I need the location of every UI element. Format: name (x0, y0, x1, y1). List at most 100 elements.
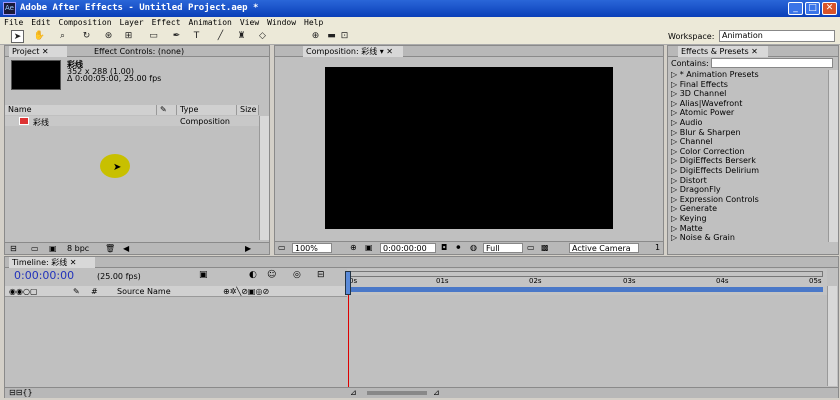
effects-item[interactable]: ▷ Channel (668, 137, 828, 147)
snapshot-icon[interactable]: ◘ (441, 243, 447, 252)
project-scrollbar[interactable] (259, 116, 269, 240)
scroll-right-icon[interactable]: ▶ (245, 244, 251, 253)
effects-scrollbar[interactable] (828, 70, 838, 242)
effects-item[interactable]: ▷ 3D Channel (668, 89, 828, 99)
new-comp-icon[interactable]: ▣ (49, 244, 57, 253)
effects-item[interactable]: ▷ Audio (668, 118, 828, 128)
draft-3d-icon[interactable]: ◐ (249, 270, 257, 280)
roi-icon[interactable]: ▭ (527, 243, 535, 252)
comp-timecode[interactable]: 0:00:00:00 (380, 243, 436, 253)
camera-dropdown[interactable]: Active Camera (569, 243, 639, 253)
menu-composition[interactable]: Composition (59, 17, 112, 29)
effects-item[interactable]: ▷ DigiEffects Berserk (668, 156, 828, 166)
effects-item[interactable]: ▷ Atomic Power (668, 108, 828, 118)
world-axis-icon[interactable]: ▬ (325, 30, 338, 43)
timeline-timecode[interactable]: 0:00:00:00 (14, 269, 74, 282)
tab-effects-presets[interactable]: Effects & Presets ✕ (678, 46, 768, 57)
comp-mini-flowchart-icon[interactable]: ▣ (199, 270, 208, 280)
current-time-indicator[interactable] (345, 271, 351, 295)
selection-tool-icon[interactable]: ➤ (11, 30, 24, 43)
time-ruler[interactable]: 0s 01s 02s 03s 04s 05s (347, 269, 827, 295)
axis-mode-icon[interactable]: ⊕ (309, 30, 322, 43)
effects-item[interactable]: ▷ * Animation Presets (668, 70, 828, 80)
col-type[interactable]: Type (177, 105, 237, 115)
menu-file[interactable]: File (4, 17, 23, 29)
monitor-icon[interactable]: ▭ (278, 243, 286, 252)
work-area-bar[interactable] (347, 271, 823, 277)
timeline-scrollbar[interactable] (827, 286, 837, 386)
tab-project[interactable]: Project ✕ (9, 46, 67, 57)
safe-margins-icon[interactable]: ⊕ (350, 243, 357, 252)
contains-search-input[interactable] (711, 58, 833, 68)
menu-effect[interactable]: Effect (152, 17, 181, 29)
tab-timeline[interactable]: Timeline: 彩线 ✕ (9, 257, 95, 268)
minimize-button[interactable]: _ (788, 2, 803, 15)
effects-item[interactable]: ▷ Color Correction (668, 147, 828, 157)
interpret-footage-icon[interactable]: ⊟ (10, 244, 17, 253)
col-name[interactable]: Name (5, 105, 157, 115)
zoom-out-icon[interactable]: ⊿ (350, 388, 357, 397)
rotate-tool-icon[interactable]: ↻ (80, 30, 93, 43)
menu-edit[interactable]: Edit (31, 17, 50, 29)
graph-editor-icon[interactable]: ⊟ (317, 270, 325, 280)
effects-item[interactable]: ▷ Final Effects (668, 80, 828, 90)
effects-item[interactable]: ▷ Blur & Sharpen (668, 128, 828, 138)
new-folder-icon[interactable]: ▭ (31, 244, 39, 253)
workspace-dropdown[interactable]: Animation (719, 30, 835, 42)
eraser-tool-icon[interactable]: ◇ (256, 30, 269, 43)
timeline-zoom-slider[interactable] (367, 391, 427, 395)
view-layout[interactable]: 1 (655, 243, 660, 252)
label-icon[interactable]: ✎ (73, 287, 80, 296)
pen-tool-icon[interactable]: ✒ (170, 30, 183, 43)
list-item[interactable]: 彩线 Composition (5, 116, 259, 127)
brush-tool-icon[interactable]: ╱ (214, 30, 227, 43)
effects-item[interactable]: ▷ Keying (668, 214, 828, 224)
show-channel-icon[interactable]: ⚫ (455, 243, 462, 252)
effects-item[interactable]: ▷ DragonFly (668, 185, 828, 195)
source-name-header[interactable]: Source Name (117, 287, 171, 296)
resolution-dropdown[interactable]: Full (483, 243, 523, 253)
motion-blur-icon[interactable]: ◎ (293, 270, 301, 280)
bpc-label[interactable]: 8 bpc (67, 244, 89, 253)
comp-viewer[interactable] (325, 67, 613, 229)
effects-item[interactable]: ▷ DigiEffects Delirium (668, 166, 828, 176)
menu-animation[interactable]: Animation (189, 17, 232, 29)
effects-item[interactable]: ▷ Distort (668, 176, 828, 186)
effects-item[interactable]: ▷ Alias|Wavefront (668, 99, 828, 109)
hand-tool-icon[interactable]: ✋ (33, 30, 46, 43)
color-channel-icon[interactable]: ◍ (470, 243, 477, 252)
effects-item[interactable]: ▷ Generate (668, 204, 828, 214)
effects-item[interactable]: ▷ Matte (668, 224, 828, 234)
maximize-button[interactable]: □ (805, 2, 820, 15)
tab-composition[interactable]: Composition: 彩线 ▾ ✕ (303, 46, 403, 57)
switches-icon[interactable]: ⊕✲╲⊘▣◎⊘ (223, 287, 269, 296)
col-size[interactable]: Size (237, 105, 259, 115)
scroll-left-icon[interactable]: ◀ (123, 244, 129, 253)
timeline-panel: Timeline: 彩线 ✕ 0:00:00:00 (25.00 fps) ▣ … (4, 256, 839, 398)
effects-item[interactable]: ▷ Expression Controls (668, 195, 828, 205)
zoom-dropdown[interactable]: 100% (292, 243, 332, 253)
shy-layers-icon[interactable]: ☺ (267, 270, 276, 280)
zoom-tool-icon[interactable]: ⌕ (56, 30, 69, 43)
menu-view[interactable]: View (240, 17, 259, 29)
mask-visibility-icon[interactable]: ▣ (365, 243, 373, 252)
trash-icon[interactable]: 🗑 (105, 244, 115, 253)
zoom-in-icon[interactable]: ⊿ (433, 388, 440, 397)
tab-effect-controls[interactable]: Effect Controls: (none) (91, 46, 201, 57)
toggle-switches-icon[interactable]: ⊟⊟{} (9, 388, 33, 397)
effects-item[interactable]: ▷ Noise & Grain (668, 233, 828, 243)
timeline-column-header: ◉◉○▢ ✎ # Source Name ⊕✲╲⊘▣◎⊘ (5, 286, 347, 297)
av-features-icon[interactable]: ◉◉○▢ (9, 287, 38, 296)
type-tool-icon[interactable]: T (190, 30, 203, 43)
rectangle-mask-icon[interactable]: ▭ (147, 30, 160, 43)
menu-help[interactable]: Help (304, 17, 323, 29)
view-axis-icon[interactable]: ⊡ (338, 30, 351, 43)
pan-behind-icon[interactable]: ⊞ (122, 30, 135, 43)
orbit-camera-icon[interactable]: ⊛ (102, 30, 115, 43)
close-button[interactable]: ✕ (822, 2, 837, 15)
label-col-icon[interactable]: ✎ (157, 105, 177, 115)
transparency-grid-icon[interactable]: ▩ (541, 243, 549, 252)
clone-stamp-icon[interactable]: ♜ (235, 30, 248, 43)
menu-layer[interactable]: Layer (120, 17, 144, 29)
menu-window[interactable]: Window (267, 17, 296, 29)
